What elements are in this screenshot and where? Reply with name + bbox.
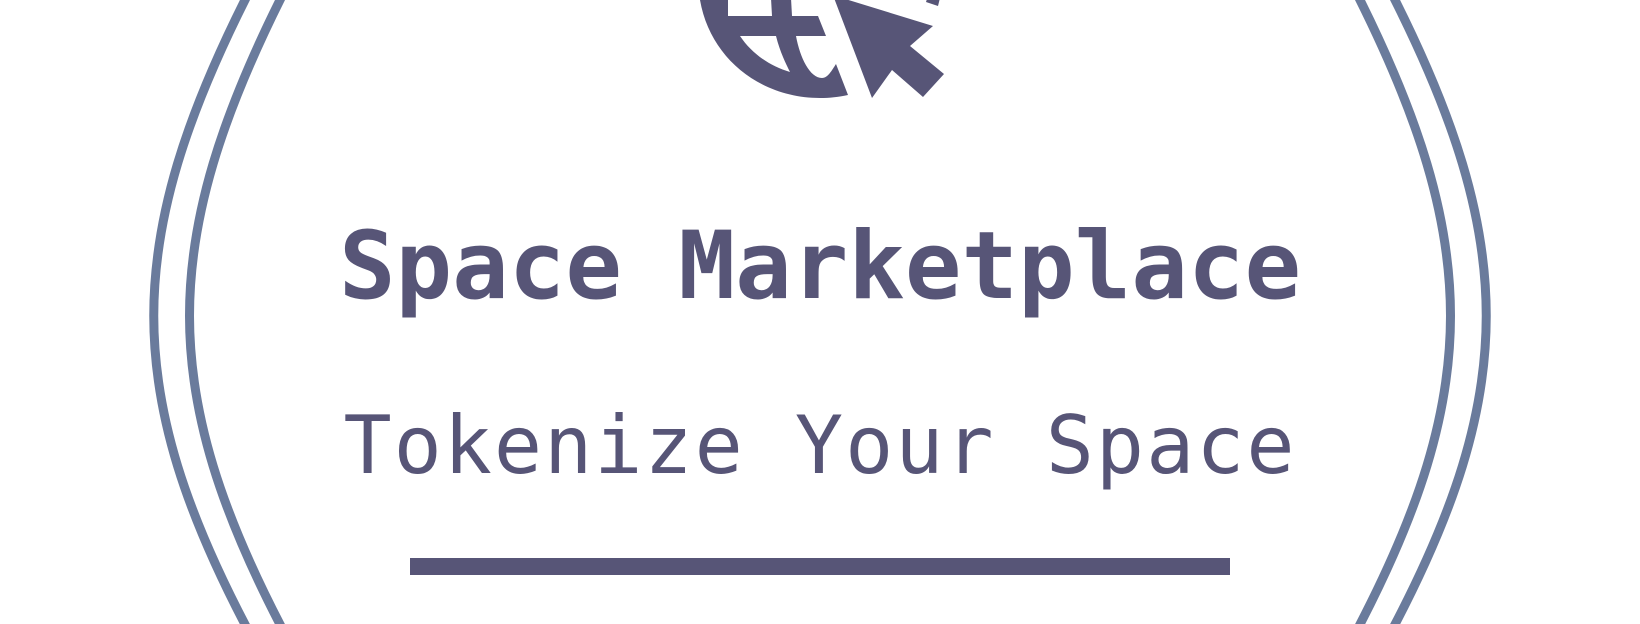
cursor-arrow-icon: [834, 0, 944, 98]
globe-body: [700, 0, 848, 98]
brand-title: Space Marketplace: [338, 212, 1302, 321]
cursor-arrow-tip-cut: [926, 0, 940, 6]
brand-tagline: Tokenize Your Space: [343, 399, 1297, 492]
tagline-underline: [410, 558, 1230, 575]
globe-icon: [700, 0, 848, 98]
cursor-arrow-shape: [834, 0, 944, 98]
